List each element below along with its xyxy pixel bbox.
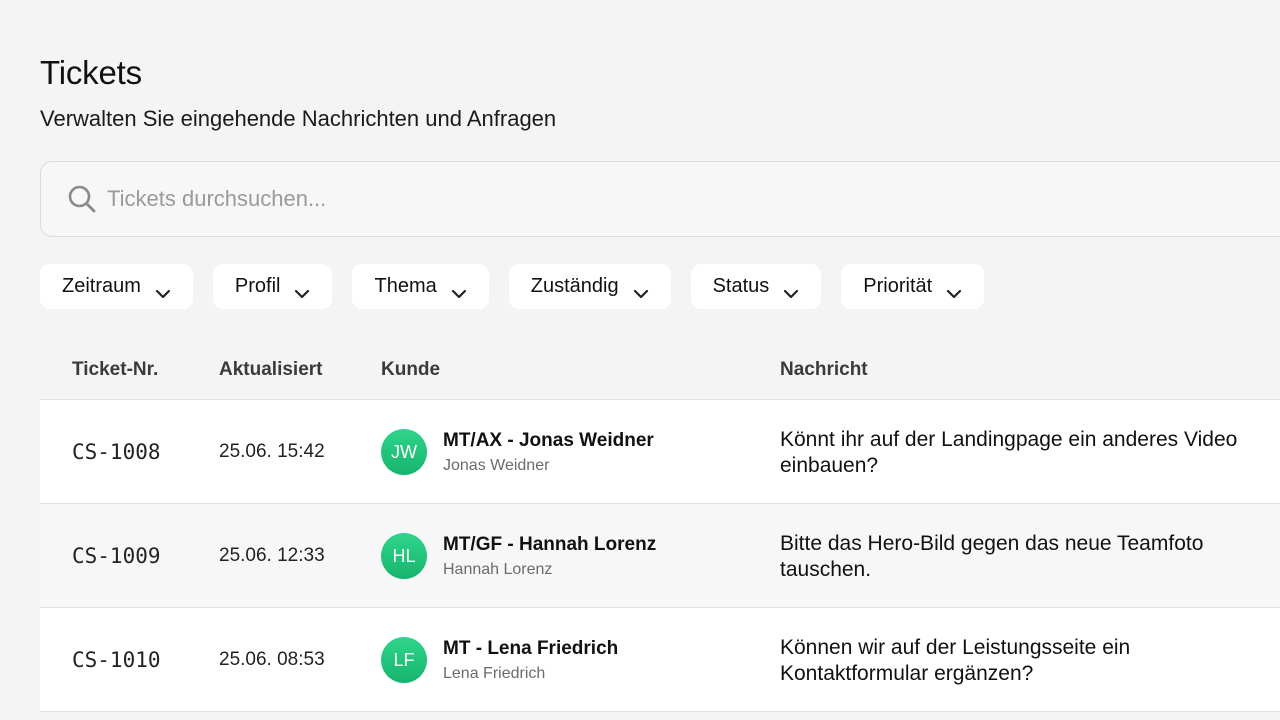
customer-name: MT/GF - Hannah Lorenz bbox=[443, 534, 657, 555]
avatar: HL bbox=[381, 533, 427, 579]
table-row[interactable]: CS-1008 25.06. 15:42 JW MT/AX - Jonas We… bbox=[40, 400, 1280, 504]
ticket-id: CS-1010 bbox=[72, 648, 161, 672]
table-row[interactable]: CS-1009 25.06. 12:33 HL MT/GF - Hannah L… bbox=[40, 504, 1280, 608]
customer-contact: Jonas Weidner bbox=[443, 457, 550, 474]
table-header: Ticket-Nr. Aktualisiert Kunde Nachricht bbox=[40, 340, 1280, 400]
filter-label: Profil bbox=[234, 275, 281, 297]
customer-contact: Lena Friedrich bbox=[443, 665, 546, 682]
filter-profil[interactable]: Profil bbox=[212, 264, 333, 309]
column-header-nachricht[interactable]: Nachricht bbox=[780, 359, 868, 381]
customer-contact: Hannah Lorenz bbox=[443, 561, 553, 578]
filter-zeitraum[interactable]: Zeitraum bbox=[40, 264, 193, 309]
ticket-id: CS-1008 bbox=[72, 440, 161, 464]
table-row[interactable]: CS-1010 25.06. 08:53 LF MT - Lena Friedr… bbox=[40, 608, 1280, 712]
chevron-down-icon bbox=[946, 282, 962, 298]
filter-label: Zuständig bbox=[530, 275, 619, 297]
tickets-table: Ticket-Nr. Aktualisiert Kunde Nachricht … bbox=[40, 340, 1280, 712]
customer-name: MT/AX - Jonas Weidner bbox=[443, 430, 654, 451]
chevron-down-icon bbox=[451, 282, 467, 298]
avatar: JW bbox=[381, 429, 427, 475]
search-box[interactable] bbox=[40, 161, 1280, 237]
chevron-down-icon bbox=[155, 282, 171, 298]
filter-bar: Zeitraum Profil Thema Zuständig Status P… bbox=[40, 264, 985, 309]
filter-label: Thema bbox=[374, 275, 437, 297]
page-title: Tickets bbox=[40, 54, 142, 91]
ticket-updated: 25.06. 15:42 bbox=[219, 441, 325, 462]
ticket-updated: 25.06. 12:33 bbox=[219, 545, 325, 566]
filter-label: Status bbox=[712, 275, 770, 297]
column-header-ticket-nr[interactable]: Ticket-Nr. bbox=[72, 359, 158, 381]
column-header-kunde[interactable]: Kunde bbox=[381, 359, 440, 381]
filter-prioritaet[interactable]: Priorität bbox=[841, 264, 985, 309]
page-subtitle: Verwalten Sie eingehende Nachrichten und… bbox=[40, 106, 557, 131]
ticket-message: Können wir auf der Leistungsseite ein Ko… bbox=[780, 636, 1131, 685]
ticket-message: Könnt ihr auf der Landingpage ein andere… bbox=[780, 428, 1238, 477]
chevron-down-icon bbox=[633, 282, 649, 298]
ticket-id: CS-1009 bbox=[72, 544, 161, 568]
ticket-updated: 25.06. 08:53 bbox=[219, 649, 325, 670]
ticket-message: Bitte das Hero-Bild gegen das neue Teamf… bbox=[780, 532, 1204, 581]
filter-zustaendig[interactable]: Zuständig bbox=[508, 264, 671, 309]
filter-label: Zeitraum bbox=[62, 275, 141, 297]
filter-thema[interactable]: Thema bbox=[352, 264, 489, 309]
search-input[interactable] bbox=[107, 186, 1007, 212]
avatar: LF bbox=[381, 637, 427, 683]
search-icon bbox=[67, 184, 97, 214]
chevron-down-icon bbox=[783, 282, 799, 298]
filter-status[interactable]: Status bbox=[690, 264, 822, 309]
chevron-down-icon bbox=[294, 282, 310, 298]
customer-name: MT - Lena Friedrich bbox=[443, 638, 619, 659]
filter-label: Priorität bbox=[863, 275, 933, 297]
column-header-aktualisiert[interactable]: Aktualisiert bbox=[219, 359, 322, 381]
